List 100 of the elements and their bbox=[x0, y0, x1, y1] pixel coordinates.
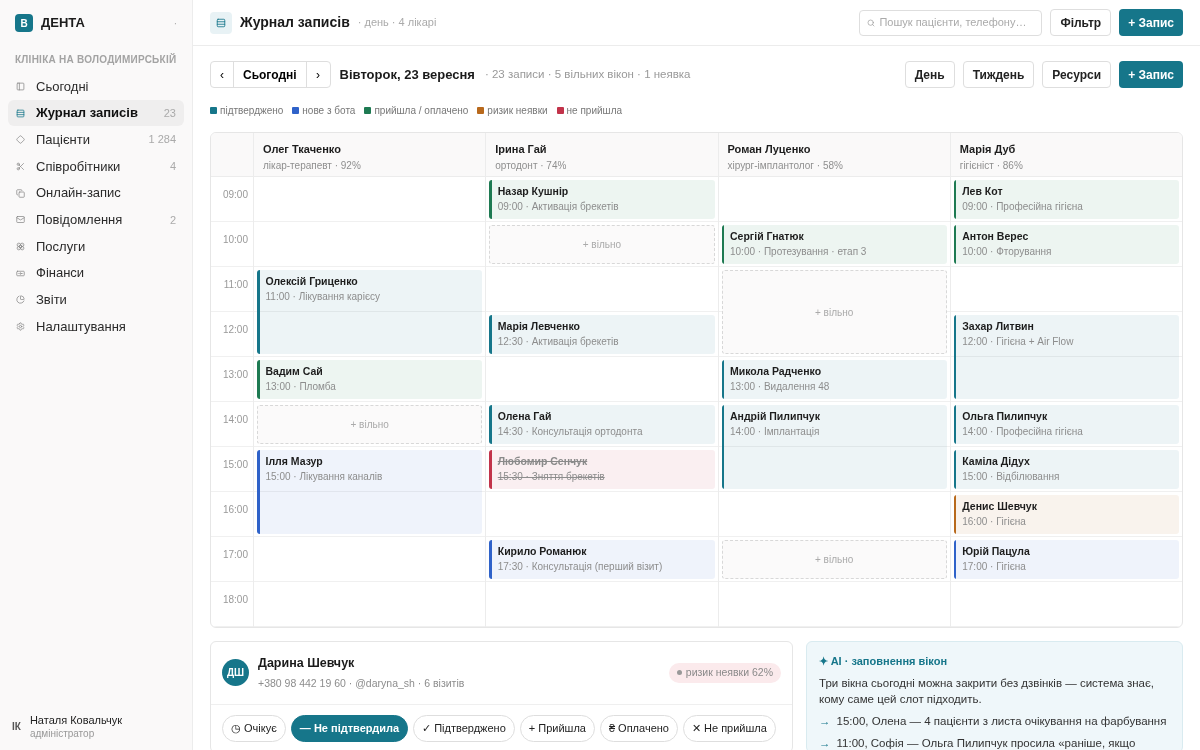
patient-name: Сергій Гнатюк bbox=[730, 229, 805, 244]
hour-label: 13:00 bbox=[222, 369, 248, 380]
appointment-card[interactable]: Назар Кушнір 09:00 · Активація брекетів bbox=[489, 180, 715, 219]
appointment-details: 12:30 · Активація брекетів bbox=[497, 335, 619, 349]
hour-label: 16:00 bbox=[222, 504, 248, 515]
doctor-name: Роман Луценко bbox=[727, 142, 812, 157]
patient-name: Лев Кот bbox=[962, 184, 1004, 199]
sidebar-item[interactable]: Послуги bbox=[8, 233, 184, 260]
sidebar-item[interactable]: Фінанси bbox=[8, 259, 184, 287]
sidebar-item[interactable]: Звіти bbox=[8, 286, 184, 314]
status-button[interactable]: ◷ Очікує bbox=[222, 714, 286, 742]
status-button[interactable]: ₴ Оплачено bbox=[599, 714, 678, 742]
appointment-card[interactable]: Лев Кот 09:00 · Професійна гігієна bbox=[953, 180, 1179, 219]
previous-day-button[interactable]: ‹ bbox=[211, 62, 234, 87]
appointment-details: 14:00 · Імплантація bbox=[730, 425, 820, 439]
appointment-details: 15:30 · Зняття брекетів bbox=[497, 470, 605, 484]
hour-label: 09:00 bbox=[222, 189, 248, 200]
view-button[interactable]: Ресурси bbox=[1042, 61, 1112, 88]
patient-name: Назар Кушнір bbox=[497, 184, 570, 199]
appointment-card[interactable]: Каміла Дідух 15:00 · Відбілювання bbox=[953, 450, 1179, 489]
today-button[interactable]: Сьогодні bbox=[234, 62, 307, 87]
appointment-details: 14:30 · Консультація ортодонта bbox=[497, 425, 643, 439]
patient-name: Денис Шевчук bbox=[962, 499, 1037, 514]
appointment-card[interactable]: Андрій Пилипчук 14:00 · Імплантація bbox=[721, 405, 947, 489]
ai-description: Три вікна сьогодні можна закрити без дзвінків — система знає, кому саме цей слот підходить. bbox=[819, 675, 1155, 707]
appointment-card[interactable]: Ольга Пилипчук 14:00 · Професійна гігієна bbox=[953, 405, 1179, 444]
patient-name: Олексій Гриценко bbox=[265, 274, 359, 289]
filter-button[interactable]: Фільтр bbox=[1050, 9, 1112, 36]
patient-name: Кирило Романюк bbox=[497, 544, 588, 559]
doctor-role: лікар-терапевт · 92% bbox=[263, 158, 362, 173]
hour-label: 15:00 bbox=[222, 459, 248, 470]
status-button[interactable]: — Не підтвердила bbox=[290, 714, 409, 742]
appointment-card[interactable]: Марія Левченко 12:30 · Активація брекетів bbox=[489, 315, 715, 354]
add-appointment-button[interactable]: + Запис bbox=[1119, 61, 1183, 88]
legend-label: ризик неявки bbox=[487, 104, 548, 118]
appointment-details: 13:00 · Видалення 48 bbox=[730, 380, 830, 394]
appointment-card[interactable]: Антон Верес 10:00 · Фторування bbox=[953, 225, 1179, 264]
user-role: адміністратор bbox=[29, 727, 96, 740]
doctor-name: Олег Ткаченко bbox=[263, 142, 342, 157]
ai-suggestion[interactable]: 11:00, Софія — Ольга Пилипчук просила «раніше, якщо bbox=[836, 735, 1136, 750]
status-button[interactable]: + Прийшла bbox=[519, 714, 595, 742]
sidebar-item[interactable]: Журнал записів 23 bbox=[8, 99, 184, 127]
patient-contact: +380 98 442 19 60 · @daryna_sh · 6 візитів bbox=[258, 675, 466, 691]
panel-icon bbox=[16, 81, 25, 91]
arrow-icon: → bbox=[819, 735, 831, 750]
appointment-card[interactable]: Вадим Сай 13:00 · Пломба bbox=[257, 360, 483, 399]
appointment-card[interactable]: Захар Литвин 12:00 · Гігієна + Air Flow bbox=[953, 315, 1179, 399]
sidebar-item[interactable]: Пацієнти 1 284 bbox=[8, 126, 184, 154]
sidebar-item[interactable]: Онлайн-запис bbox=[8, 179, 184, 207]
legend-label: не прийшла bbox=[566, 104, 623, 118]
appointment-card[interactable]: Микола Радченко 13:00 · Видалення 48 bbox=[721, 360, 947, 399]
hour-label: 12:00 bbox=[222, 324, 248, 335]
patient-name: Ілля Мазур bbox=[265, 454, 324, 469]
appointment-card[interactable]: Денис Шевчук 16:00 · Гігієна bbox=[953, 495, 1179, 534]
doctor-name: Марія Дуб bbox=[959, 142, 1017, 157]
appointment-details: 15:00 · Відбілювання bbox=[962, 470, 1060, 484]
next-day-button[interactable]: › bbox=[306, 62, 330, 87]
diamond-icon bbox=[16, 135, 25, 145]
mail-icon bbox=[16, 215, 25, 225]
hour-label: 17:00 bbox=[222, 549, 248, 560]
view-button[interactable]: День bbox=[904, 61, 955, 88]
appointment-card[interactable]: Сергій Гнатюк 10:00 · Протезування · етап 3 bbox=[721, 225, 947, 264]
appointment-details: 11:00 · Лікування карієсу bbox=[265, 290, 380, 304]
appointment-card[interactable]: Олена Гай 14:30 · Консультація ортодонта bbox=[489, 405, 715, 444]
appointment-details: 10:00 · Протезування · етап 3 bbox=[730, 245, 867, 259]
patient-name: Дарина Шевчук bbox=[258, 655, 356, 672]
flower-icon bbox=[16, 241, 25, 251]
appointment-card[interactable]: Олексій Гриценко 11:00 · Лікування карієсу bbox=[257, 270, 483, 354]
sidebar-item[interactable]: Налаштування bbox=[8, 313, 184, 340]
copy-icon bbox=[16, 188, 25, 198]
brand-name: ДЕНТА bbox=[41, 14, 86, 33]
journal-icon bbox=[210, 11, 232, 34]
day-stats: · 23 записи · 5 вільних вікон · 1 неявка bbox=[484, 66, 691, 82]
appointment-details: 14:00 · Професійна гігієна bbox=[962, 425, 1083, 439]
search-field[interactable]: Пошук пацієнти, телефону… bbox=[859, 9, 1043, 36]
item-count: 2 bbox=[169, 212, 176, 228]
patient-name: Марія Левченко bbox=[497, 319, 581, 334]
appointment-details: 10:00 · Фторування bbox=[962, 245, 1052, 259]
appointment-details: 09:00 · Професійна гігієна bbox=[962, 200, 1083, 214]
patient-name: Любомир Сенчук bbox=[497, 454, 589, 469]
risk-badge: ризик неявки 62% bbox=[668, 662, 781, 683]
legend-label: прийшла / оплачено bbox=[374, 104, 469, 118]
sidebar-item[interactable]: Повідомлення 2 bbox=[8, 206, 184, 234]
brand-logo: В bbox=[15, 14, 33, 32]
sidebar-item[interactable]: Співробітники 4 bbox=[8, 153, 184, 180]
add-appointment-button[interactable]: + Запис bbox=[1119, 9, 1183, 36]
ai-suggestion[interactable]: 15:00, Олена — 4 пацієнти з листа очікування на фарбування bbox=[836, 713, 1167, 729]
current-date: Вівторок, 23 вересня bbox=[339, 65, 475, 84]
patient-avatar: ДШ bbox=[222, 659, 249, 687]
scissors-icon bbox=[16, 161, 25, 171]
appointment-card[interactable]: Ілля Мазур 15:00 · Лікування каналів bbox=[257, 450, 483, 534]
appointment-card[interactable]: Юрій Пацула 17:00 · Гігієна bbox=[953, 540, 1179, 579]
view-button[interactable]: Тиждень bbox=[962, 61, 1035, 88]
page-title: Журнал записів bbox=[240, 13, 350, 32]
sidebar-item[interactable]: Сьогодні bbox=[8, 73, 184, 100]
appointment-card[interactable]: Кирило Романюк 17:30 · Консультація (перший візит) bbox=[489, 540, 715, 579]
hour-label: 18:00 bbox=[222, 594, 248, 605]
status-button[interactable]: ✕ Не прийшла bbox=[682, 714, 776, 742]
doctor-role: гігієніст · 86% bbox=[959, 158, 1024, 173]
status-button[interactable]: ✓ Підтверджено bbox=[413, 714, 515, 742]
